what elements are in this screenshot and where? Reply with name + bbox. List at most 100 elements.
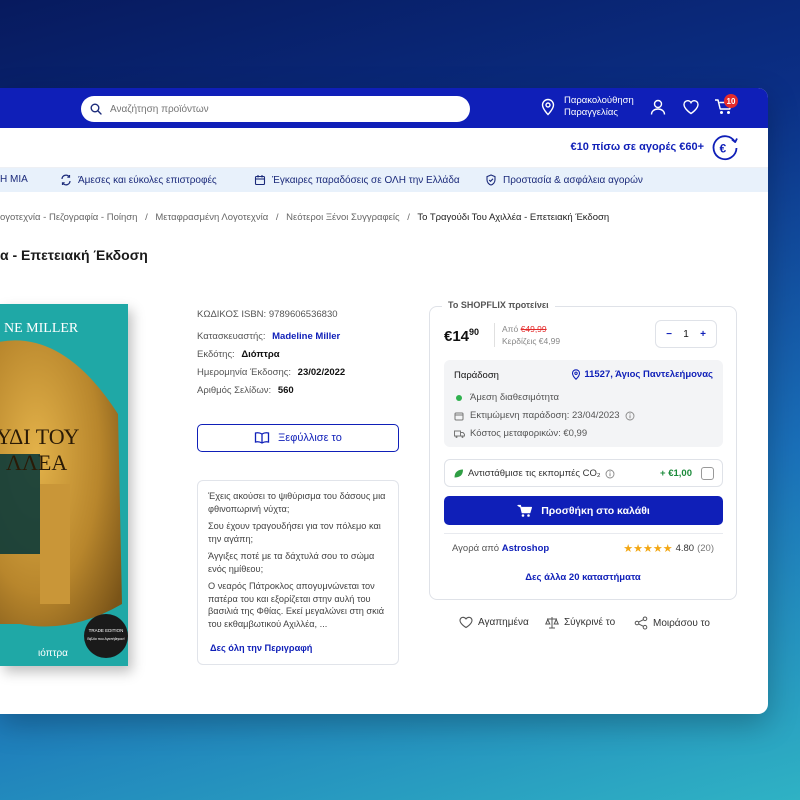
leaf-icon — [454, 469, 463, 478]
share-icon — [634, 616, 648, 630]
benefit-label: Προστασία & ασφάλεια αγορών — [503, 174, 643, 186]
product-image[interactable]: NE MILLER ΥΔΙ ΤΟΥ ΛΛΕΑ TRADE EDITION Βιβ… — [0, 304, 128, 666]
book-cover-illustration: NE MILLER ΥΔΙ ΤΟΥ ΛΛΕΑ TRADE EDITION Βιβ… — [0, 304, 128, 666]
co2-offset-option[interactable]: Αντιστάθμισε τις εκπομπές CO₂ + €1,00 — [444, 459, 723, 487]
buy-box: Το SHOPFLIX προτείνει €1490 Από €49,99 Κ… — [429, 300, 737, 600]
price-cents: 90 — [469, 327, 480, 337]
add-to-cart-label: Προσθήκη στο καλάθι — [541, 504, 650, 517]
add-to-cart-button[interactable]: Προσθήκη στο καλάθι — [444, 496, 723, 525]
breadcrumb: ογοτεχνία - Πεζογραφία - Ποίηση / Μεταφρ… — [0, 212, 609, 223]
flip-through-label: Ξεφύλλισε το — [278, 432, 342, 444]
availability-row: Άμεση διαθεσιμότητα — [454, 392, 559, 403]
price-divider — [494, 323, 495, 347]
breadcrumb-separator: / — [275, 212, 279, 223]
seller-rating[interactable]: ★★★★★ 4.80 (20) — [623, 542, 714, 555]
quantity-stepper[interactable]: − 1 + — [655, 320, 717, 348]
decrease-quantity-button[interactable]: − — [662, 329, 676, 340]
price-main: €14 — [444, 328, 470, 345]
see-full-description-link[interactable]: Δες όλη την Περιγραφή — [210, 642, 312, 655]
quantity-value[interactable]: 1 — [683, 329, 689, 340]
co2-offset-checkbox[interactable] — [701, 467, 714, 480]
compare-scale-icon — [545, 617, 559, 629]
manufacturer-link[interactable]: Madeline Miller — [272, 331, 340, 342]
estimated-delivery-row: Εκτιμώμενη παράδοση: 23/04/2023 — [454, 410, 635, 421]
cart-icon — [517, 504, 533, 517]
isbn: ΚΩΔΙΚΟΣ ISBN: 9789606536830 — [197, 309, 338, 320]
benefit-item: Άμεσες και εύκολες επιστροφές — [60, 174, 217, 186]
benefit-item: Η ΜΙΑ — [0, 174, 28, 185]
shield-icon — [486, 174, 496, 186]
cover-title-2: ΛΛΕΑ — [6, 450, 67, 475]
benefit-label: Άμεσες και εύκολες επιστροφές — [78, 174, 217, 186]
flip-through-button[interactable]: Ξεφύλλισε το — [197, 424, 399, 452]
breadcrumb-item[interactable]: Νεότεροι Ξένοι Συγγραφείς — [286, 212, 399, 223]
search-bar[interactable] — [81, 96, 470, 122]
delivery-location: 11527, Άγιος Παντελεήμονας — [584, 369, 713, 380]
description-paragraph: Άγγιξες ποτέ με τα δάχτυλά σου το σώμα ε… — [208, 551, 375, 574]
benefits-strip: Η ΜΙΑ Άμεσες και εύκολες επιστροφές Έγκα… — [0, 168, 768, 192]
star-rating-icon: ★★★★★ — [623, 543, 673, 555]
publish-date-value: 23/02/2022 — [297, 367, 346, 378]
delivery-location-link[interactable]: 11527, Άγιος Παντελεήμονας — [571, 369, 713, 380]
browser-window: Παρακολούθηση Παραγγελίας 10 €10 πίσω σε… — [0, 88, 768, 714]
benefit-item: Προστασία & ασφάλεια αγορών — [485, 174, 643, 186]
recommended-tag: Το SHOPFLIX προτείνει — [442, 300, 555, 310]
heart-icon — [459, 616, 473, 629]
seller-link[interactable]: Astroshop — [502, 543, 550, 554]
breadcrumb-separator: / — [145, 212, 148, 223]
cover-publisher: ιόπτρα — [38, 647, 68, 659]
breadcrumb-item[interactable]: ογοτεχνία - Πεζογραφία - Ποίηση — [0, 212, 137, 223]
add-to-favorites-button[interactable]: Αγαπημένα — [459, 616, 529, 629]
breadcrumb-item[interactable]: Μεταφρασμένη Λογοτεχνία — [155, 212, 268, 223]
breadcrumb-separator: / — [407, 212, 410, 223]
publish-date-label: Ημερομηνία Έκδοσης: — [197, 367, 292, 378]
search-input[interactable] — [110, 103, 440, 115]
compare-label: Σύγκρινέ το — [564, 617, 616, 628]
search-icon — [90, 103, 102, 115]
benefit-label: Έγκαιρες παραδόσεις σε ΟΛΗ την Ελλάδα — [272, 174, 460, 186]
product-title: α - Επετειακή Έκδοση — [0, 247, 148, 263]
share-button[interactable]: Μοιράσου το — [634, 616, 710, 630]
delivery-label: Παράδοση — [454, 370, 499, 381]
location-pin-icon — [572, 369, 581, 380]
in-stock-dot-icon — [456, 394, 462, 401]
price: €1490 — [444, 327, 479, 345]
trade-edition-badge: TRADE EDITION Βιβλία που Αγαπήθηκαν! — [84, 614, 128, 658]
product-details: ΚΩΔΙΚΟΣ ISBN: 9789606536830 Κατασκευαστή… — [197, 306, 345, 400]
info-icon[interactable] — [605, 469, 615, 479]
cover-title-1: ΥΔΙ ΤΟΥ — [0, 424, 80, 449]
track-order-label-2: Παραγγελίας — [564, 107, 618, 118]
breadcrumb-current: Το Τραγούδι Του Αχιλλέα - Επετειακή Έκδο… — [417, 212, 610, 223]
increase-quantity-button[interactable]: + — [696, 329, 710, 340]
svg-text:€: € — [720, 142, 727, 156]
share-label: Μοιράσου το — [653, 617, 710, 629]
estimated-delivery: Εκτιμώμενη παράδοση: 23/04/2023 — [470, 410, 620, 421]
info-icon[interactable] — [625, 411, 635, 421]
from-label: Από — [502, 324, 519, 334]
publisher-label: Εκδότης: — [197, 349, 235, 360]
benefit-item: Έγκαιρες παραδόσεις σε ΟΛΗ την Ελλάδα — [254, 174, 460, 186]
benefit-label: Η ΜΙΑ — [0, 174, 28, 185]
manufacturer-label: Κατασκευαστής: — [197, 331, 266, 342]
user-icon[interactable] — [649, 98, 667, 116]
heart-icon[interactable] — [682, 98, 700, 116]
cashback-promo-text: €10 πίσω σε αγορές €60+ — [570, 141, 704, 153]
shipping-cost: Κόστος μεταφορικών: €0,99 — [470, 428, 588, 439]
compare-button[interactable]: Σύγκρινέ το — [545, 616, 615, 629]
calendar-icon — [454, 412, 464, 420]
see-other-stores-link[interactable]: Δες άλλα 20 καταστήματα — [430, 572, 736, 583]
divider — [444, 533, 723, 534]
returns-icon — [61, 174, 71, 186]
old-price: €49,99 — [520, 324, 547, 334]
seller-info: Αγορά από Astroshop — [452, 543, 549, 554]
co2-offset-label: Αντιστάθμισε τις εκπομπές CO₂ — [468, 468, 601, 479]
cover-badge-line-2: Βιβλία που Αγαπήθηκαν! — [87, 637, 124, 641]
description-paragraph: Έχεις ακούσει το ψιθύρισμα του δάσους μι… — [208, 491, 386, 514]
co2-offset-amount: + €1,00 — [660, 468, 692, 479]
track-order-link[interactable]: Παρακολούθηση Παραγγελίας — [540, 95, 634, 119]
truck-icon — [454, 430, 465, 438]
pages-value: 560 — [277, 385, 294, 396]
cashback-promo[interactable]: €10 πίσω σε αγορές €60+ € — [0, 128, 768, 168]
open-book-icon — [254, 432, 270, 444]
description-box: Έχεις ακούσει το ψιθύρισμα του δάσους μι… — [197, 480, 399, 665]
